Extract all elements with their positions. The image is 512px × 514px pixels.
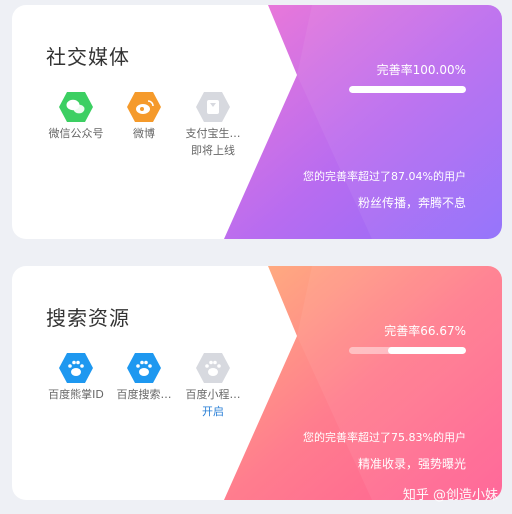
channel-baidu-miniapp[interactable]: 百度小程… 开启 xyxy=(175,352,251,419)
card-search-resources: 搜索资源 百度熊掌ID 百度搜索… 百度小程… 开启 完善率66.67% 您的完… xyxy=(12,266,502,500)
card-title: 搜索资源 xyxy=(46,306,130,330)
weibo-icon xyxy=(127,92,161,122)
card-title: 社交媒体 xyxy=(46,45,130,69)
channel-alipay[interactable]: 支付宝生… 即将上线 xyxy=(175,91,251,158)
completion-rate: 完善率100.00% xyxy=(376,63,466,77)
card-social-media: 社交媒体 微信公众号 微博 支付宝生… 即将上线 完善率100.00% 您的完善… xyxy=(12,5,502,239)
completion-bar-fill xyxy=(387,347,466,354)
wechat-icon xyxy=(59,92,93,122)
percentile-text: 您的完善率超过了75.83%的用户 xyxy=(303,431,466,444)
icon-label: 支付宝生… xyxy=(185,127,241,140)
slogan-text: 粉丝传播，奔腾不息 xyxy=(357,196,466,210)
icon-label: 微信公众号 xyxy=(48,127,104,140)
slogan-text: 精准收录，强势曝光 xyxy=(357,457,466,471)
baidu-miniapp-icon xyxy=(196,353,230,383)
channel-baidu-paw[interactable]: 百度熊掌ID xyxy=(38,352,114,402)
watermark: 知乎 @创造小妹 xyxy=(402,488,498,503)
completion-bar xyxy=(349,86,466,93)
percentile-text: 您的完善率超过了87.04%的用户 xyxy=(303,170,466,183)
completion-rate: 完善率66.67% xyxy=(384,324,466,338)
channel-baidu-search[interactable]: 百度搜索… xyxy=(106,352,182,402)
completion-bar-fill xyxy=(349,86,466,93)
icon-label: 百度搜索… xyxy=(116,388,172,401)
icon-label: 微博 xyxy=(133,127,155,140)
channel-wechat[interactable]: 微信公众号 xyxy=(38,91,114,141)
icon-status: 即将上线 xyxy=(191,144,235,157)
icon-label: 百度小程… xyxy=(185,388,241,401)
baidu-search-icon xyxy=(127,353,161,383)
enable-link[interactable]: 开启 xyxy=(175,403,251,419)
channel-weibo[interactable]: 微博 xyxy=(106,91,182,141)
icon-label: 百度熊掌ID xyxy=(48,388,104,401)
baidu-paw-icon xyxy=(59,353,93,383)
completion-bar xyxy=(349,347,466,354)
alipay-icon xyxy=(196,92,230,122)
